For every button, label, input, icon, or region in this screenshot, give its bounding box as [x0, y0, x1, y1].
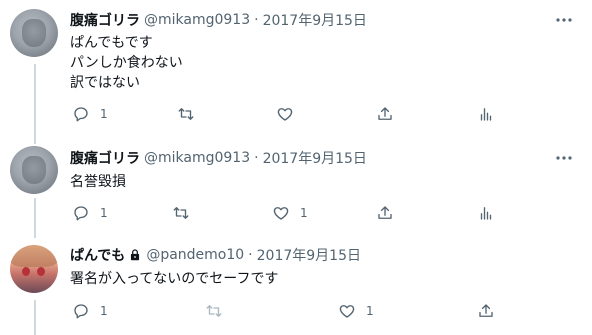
tweet-actions: 1 1 [62, 203, 582, 223]
share-icon [479, 304, 493, 317]
like-button[interactable]: 1 [338, 301, 374, 321]
retweet-button[interactable] [205, 301, 223, 321]
more-horizontal-icon[interactable] [554, 10, 574, 30]
avatar-eye [37, 267, 45, 276]
tweet-text-line: 署名が入ってないのでセーフです [70, 271, 279, 287]
tweet-date[interactable]: 2017年9月15日 [263, 148, 367, 168]
tweet-actions: 1 [62, 104, 582, 124]
like-heart-icon [277, 108, 293, 121]
tweet-header: 腹痛ゴリラ @mikamg0913 · 2017年9月15日 [70, 148, 367, 168]
avatar[interactable] [10, 245, 58, 293]
share-icon [378, 107, 392, 120]
lock-icon [131, 249, 140, 261]
more-horizontal-icon[interactable] [554, 148, 574, 168]
tweet-date[interactable]: 2017年9月15日 [257, 245, 361, 265]
reply-count: 1 [100, 107, 108, 121]
tweet-text-line: ぱんでもです [70, 35, 153, 51]
tweet-header: ぱんでも @pandemo10 · 2017年9月15日 [70, 245, 361, 265]
share-button[interactable] [376, 104, 394, 124]
reply-count: 1 [100, 304, 108, 318]
tweet-text-line: 名誉毀損 [70, 174, 126, 190]
like-heart-icon [339, 305, 355, 318]
retweet-icon [178, 108, 194, 120]
analytics-button[interactable] [477, 203, 495, 223]
user-handle[interactable]: @mikamg0913 [144, 12, 250, 28]
like-count: 1 [300, 206, 308, 220]
tweet[interactable]: 腹痛ゴリラ @mikamg0913 · 2017年9月15日 ぱんでもです パン… [0, 0, 592, 135]
tweet[interactable]: 腹痛ゴリラ @mikamg0913 · 2017年9月15日 名誉毀損 1 1 [0, 135, 592, 235]
display-name[interactable]: 腹痛ゴリラ [70, 148, 140, 168]
avatar[interactable] [10, 146, 58, 194]
analytics-button[interactable] [477, 104, 495, 124]
like-button[interactable]: 1 [272, 203, 308, 223]
retweet-button[interactable] [177, 104, 195, 124]
tweet-header: 腹痛ゴリラ @mikamg0913 · 2017年9月15日 [70, 10, 367, 30]
reply-icon [74, 206, 88, 221]
like-button[interactable] [276, 104, 294, 124]
reply-button[interactable]: 1 [72, 301, 108, 321]
share-icon [378, 206, 392, 219]
separator-dot: · [248, 247, 253, 263]
separator-dot: · [254, 150, 259, 166]
retweet-icon [173, 207, 189, 219]
reply-icon [74, 304, 88, 319]
reply-icon [74, 107, 88, 122]
tweet-actions: 1 1 [62, 301, 582, 321]
analytics-icon [480, 108, 492, 121]
separator-dot: · [254, 12, 259, 28]
user-handle[interactable]: @pandemo10 [146, 247, 244, 263]
user-handle[interactable]: @mikamg0913 [144, 150, 250, 166]
tweet[interactable]: ぱんでも @pandemo10 · 2017年9月15日 署名が入ってないのでセ… [0, 235, 592, 335]
tweet-text: 名誉毀損 [70, 172, 126, 192]
tweet-text-line: パンしか食わない [70, 55, 183, 71]
reply-button[interactable]: 1 [72, 104, 108, 124]
retweet-button[interactable] [172, 203, 190, 223]
analytics-icon [480, 207, 492, 220]
like-count: 1 [366, 304, 374, 318]
retweet-icon [206, 305, 222, 317]
like-heart-icon [273, 207, 289, 220]
display-name[interactable]: 腹痛ゴリラ [70, 10, 140, 30]
tweet-text: ぱんでもです パンしか食わない 訳ではない [70, 33, 183, 93]
avatar-eye [22, 267, 30, 276]
tweet-date[interactable]: 2017年9月15日 [263, 10, 367, 30]
reply-count: 1 [100, 206, 108, 220]
tweet-text: 署名が入ってないのでセーフです [70, 269, 278, 289]
reply-button[interactable]: 1 [72, 203, 108, 223]
display-name[interactable]: ぱんでも [70, 245, 125, 265]
avatar[interactable] [10, 9, 58, 57]
share-button[interactable] [477, 301, 495, 321]
tweet-text-line: 訳ではない [70, 75, 140, 91]
avatar-hair [10, 245, 58, 267]
share-button[interactable] [376, 203, 394, 223]
